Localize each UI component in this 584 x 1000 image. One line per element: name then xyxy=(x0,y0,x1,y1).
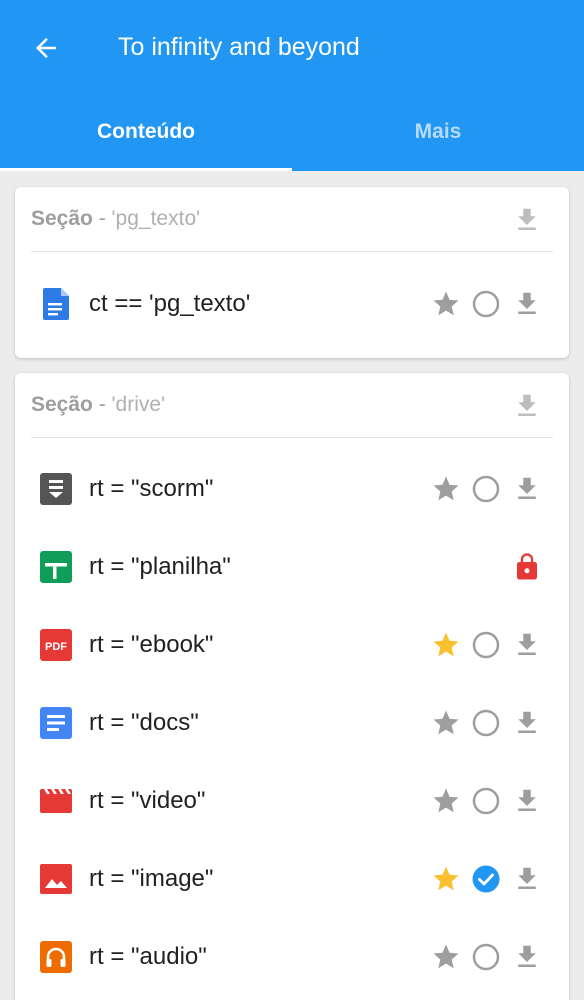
download-button[interactable] xyxy=(512,630,542,660)
download-button[interactable] xyxy=(512,708,542,738)
download-button[interactable] xyxy=(512,474,542,504)
favorite-button[interactable] xyxy=(431,474,461,504)
section-download-button[interactable] xyxy=(512,205,542,235)
page-title: To infinity and beyond xyxy=(118,33,360,61)
divider xyxy=(31,437,553,438)
download-icon xyxy=(512,391,542,421)
circle-outline-icon xyxy=(471,289,501,319)
section-label: Seção xyxy=(31,393,93,416)
tab-mais[interactable]: Mais xyxy=(292,96,584,168)
item-title: rt = "audio" xyxy=(89,943,207,970)
star-icon xyxy=(431,289,461,319)
list-item[interactable]: rt = "docs" xyxy=(15,684,569,762)
download-icon xyxy=(512,708,542,738)
list-item[interactable]: rt = "video" xyxy=(15,762,569,840)
circle-outline-icon xyxy=(471,786,501,816)
item-title: rt = "ebook" xyxy=(89,631,214,658)
list-item[interactable]: rt = "audio" xyxy=(15,918,569,996)
app-bar: To infinity and beyond Conteúdo Mais xyxy=(0,0,584,171)
check-circle-icon xyxy=(471,864,501,894)
item-title: rt = "docs" xyxy=(89,709,199,736)
download-button[interactable] xyxy=(512,289,542,319)
tab-bar: Conteúdo Mais xyxy=(0,96,584,171)
list-item[interactable]: rt = "scorm" xyxy=(15,450,569,528)
section-title: Seção - 'pg_texto' xyxy=(31,205,200,233)
pdf-icon: PDF xyxy=(39,628,73,662)
download-icon xyxy=(512,474,542,504)
section-separator: - xyxy=(92,207,112,230)
favorite-button[interactable] xyxy=(431,708,461,738)
star-icon xyxy=(431,942,461,972)
item-title: rt = "image" xyxy=(89,865,214,892)
complete-toggle[interactable] xyxy=(471,864,501,894)
complete-toggle[interactable] xyxy=(471,786,501,816)
item-title: rt = "video" xyxy=(89,787,206,814)
download-button[interactable] xyxy=(512,942,542,972)
section-header: Seção - 'pg_texto' xyxy=(15,187,569,251)
section-label: Seção xyxy=(31,207,93,230)
video-icon xyxy=(39,784,73,818)
star-icon xyxy=(431,708,461,738)
complete-toggle[interactable] xyxy=(471,942,501,972)
audio-icon xyxy=(39,940,73,974)
star-icon xyxy=(431,786,461,816)
circle-outline-icon xyxy=(471,708,501,738)
section-name: 'drive' xyxy=(111,393,166,416)
download-icon xyxy=(512,864,542,894)
section-download-button[interactable] xyxy=(512,391,542,421)
download-icon xyxy=(512,630,542,660)
complete-toggle[interactable] xyxy=(471,708,501,738)
section-header: Seção - 'drive' xyxy=(15,373,569,437)
google-doc-icon xyxy=(39,287,73,321)
favorite-button[interactable] xyxy=(431,786,461,816)
tab-conteudo[interactable]: Conteúdo xyxy=(0,96,292,168)
divider xyxy=(31,251,553,252)
locked-indicator xyxy=(512,551,542,583)
item-title: rt = "planilha" xyxy=(89,553,231,580)
section-name: 'pg_texto' xyxy=(111,207,201,230)
section-card-drive: Seção - 'drive' rt = "scorm" rt = "plani… xyxy=(15,373,569,1000)
docs-icon xyxy=(39,706,73,740)
spreadsheet-icon xyxy=(39,550,73,584)
download-icon xyxy=(512,786,542,816)
list-item[interactable]: ct == 'pg_texto' xyxy=(15,265,569,343)
star-icon xyxy=(431,630,461,660)
download-icon xyxy=(512,205,542,235)
complete-toggle[interactable] xyxy=(471,630,501,660)
download-button[interactable] xyxy=(512,864,542,894)
favorite-button[interactable] xyxy=(431,289,461,319)
list-item[interactable]: rt = "planilha" xyxy=(15,528,569,606)
circle-outline-icon xyxy=(471,474,501,504)
arrow-back-icon xyxy=(31,33,61,63)
download-icon xyxy=(512,289,542,319)
section-title: Seção - 'drive' xyxy=(31,391,165,419)
image-icon xyxy=(39,862,73,896)
item-title: ct == 'pg_texto' xyxy=(89,290,251,317)
item-title: rt = "scorm" xyxy=(89,475,214,502)
circle-outline-icon xyxy=(471,630,501,660)
download-icon xyxy=(512,942,542,972)
scorm-icon xyxy=(39,472,73,506)
favorite-button[interactable] xyxy=(431,942,461,972)
tab-indicator xyxy=(0,168,292,171)
back-button[interactable] xyxy=(26,28,66,68)
download-button[interactable] xyxy=(512,786,542,816)
circle-outline-icon xyxy=(471,942,501,972)
favorite-button[interactable] xyxy=(431,864,461,894)
complete-toggle[interactable] xyxy=(471,474,501,504)
complete-toggle[interactable] xyxy=(471,289,501,319)
star-icon xyxy=(431,864,461,894)
list-item[interactable]: PDF rt = "ebook" xyxy=(15,606,569,684)
section-separator: - xyxy=(92,393,112,416)
toolbar: To infinity and beyond xyxy=(0,0,584,96)
favorite-button[interactable] xyxy=(431,630,461,660)
svg-text:PDF: PDF xyxy=(45,641,67,653)
star-icon xyxy=(431,474,461,504)
lock-icon xyxy=(512,551,542,583)
section-card-pg-texto: Seção - 'pg_texto' ct == 'pg_texto' xyxy=(15,187,569,358)
list-item[interactable]: rt = "image" xyxy=(15,840,569,918)
